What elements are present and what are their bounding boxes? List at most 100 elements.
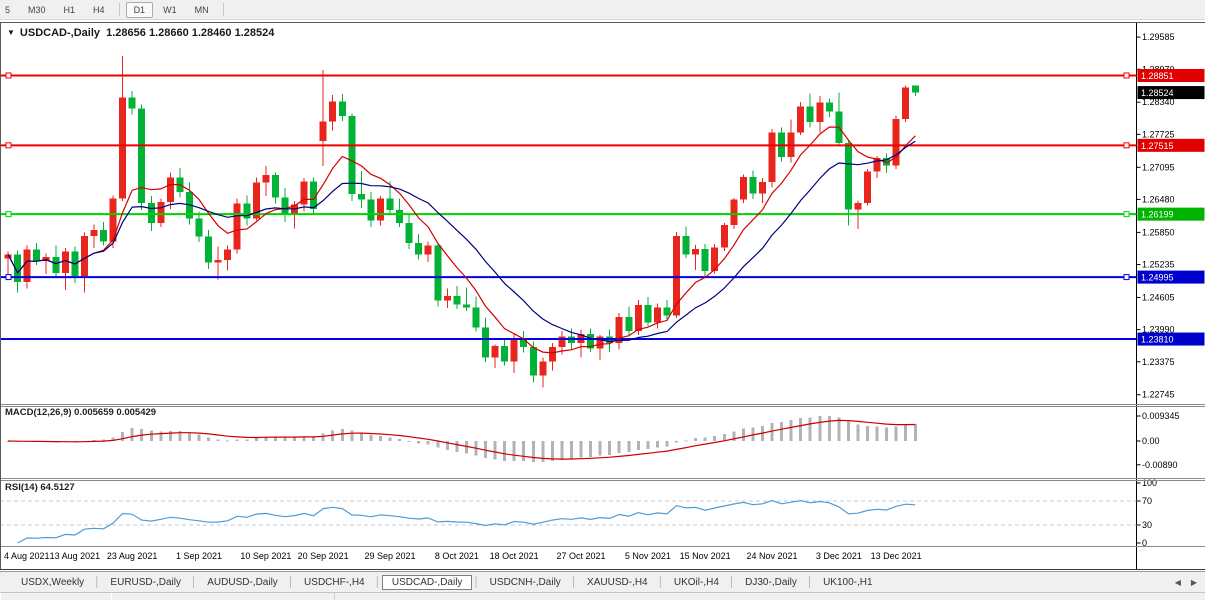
candle-up: [816, 102, 824, 123]
tab-separator: │: [473, 576, 480, 588]
tab-xauusd-h4[interactable]: XAUUSD-,H4: [578, 575, 657, 590]
candle-up: [119, 97, 127, 199]
hline-handle[interactable]: [5, 211, 12, 218]
hline-handle[interactable]: [1123, 211, 1130, 218]
macd-histogram-bar: [226, 440, 230, 442]
tab-usdcnh-daily[interactable]: USDCNH-,Daily: [481, 575, 570, 590]
timeframe-button-h1[interactable]: H1: [56, 2, 84, 18]
candle-up: [61, 251, 69, 274]
macd-histogram-bar: [608, 441, 612, 455]
toolbar-separator: [222, 3, 224, 16]
candle-up: [797, 106, 805, 133]
macd-histogram-bar: [378, 436, 382, 441]
timeframe-button-mn[interactable]: MN: [187, 2, 217, 18]
candle-up: [558, 336, 566, 347]
macd-histogram-bar: [216, 439, 220, 441]
price-chart[interactable]: 1.295851.289701.283401.277251.270951.264…: [0, 22, 1205, 570]
chart-tab-bar: USDX,Weekly │ EURUSD-,Daily │ AUDUSD-,Daily │…: [0, 571, 1205, 592]
candle-up: [510, 337, 518, 362]
macd-histogram-bar: [522, 441, 526, 461]
date-axis-label: 5 Nov 2021: [625, 551, 671, 561]
hline-handle[interactable]: [5, 142, 12, 149]
macd-histogram-bar: [350, 430, 354, 441]
candle-down: [128, 97, 136, 109]
tab-ukoil-h4[interactable]: UKOil-,H4: [665, 575, 728, 590]
date-axis-label: 8 Oct 2021: [435, 551, 479, 561]
candle-down: [701, 249, 709, 272]
date-axis-label: 18 Oct 2021: [490, 551, 539, 561]
candle-up: [720, 225, 728, 248]
tab-usdx-weekly[interactable]: USDX,Weekly: [12, 575, 93, 590]
tab-scroll-right-icon[interactable]: ▶: [1191, 578, 1197, 587]
candle-down: [415, 242, 423, 255]
macd-histogram-bar: [808, 417, 812, 441]
tab-separator: │: [287, 576, 295, 588]
candle-down: [271, 174, 279, 198]
candle-up: [233, 203, 241, 250]
date-axis-label: 10 Sep 2021: [240, 551, 291, 561]
macd-histogram-bar: [455, 441, 459, 453]
tab-audusd-daily[interactable]: AUDUSD-,Daily: [198, 575, 287, 590]
macd-histogram-bar: [856, 424, 860, 441]
tab-uk100-h1[interactable]: UK100-,H1: [814, 575, 881, 590]
macd-histogram-bar: [369, 434, 373, 441]
candle-up: [109, 198, 117, 242]
candle-down: [462, 304, 470, 308]
candle-down: [482, 327, 489, 358]
macd-histogram-bar: [149, 430, 153, 441]
timeframe-button-5[interactable]: 5: [0, 2, 18, 18]
candle-up: [424, 245, 432, 255]
timeframe-button-w1[interactable]: W1: [155, 2, 185, 18]
macd-histogram-bar: [512, 441, 516, 461]
candle-up: [864, 171, 871, 204]
macd-histogram-bar: [426, 441, 430, 445]
candle-up: [634, 305, 642, 332]
macd-histogram-bar: [770, 422, 774, 441]
candle-down: [529, 346, 537, 376]
rsi-axis-label: 100: [1142, 478, 1157, 488]
macd-histogram-bar: [713, 436, 717, 441]
timeframe-toolbar: 5 M30 H1 H4 D1 W1 MN: [0, 0, 1205, 20]
hline-handle[interactable]: [1123, 72, 1130, 79]
macd-histogram-bar: [245, 439, 249, 441]
macd-histogram-bar: [121, 431, 125, 441]
timeframe-button-d1[interactable]: D1: [125, 1, 154, 18]
date-axis-label: 29 Sep 2021: [364, 551, 415, 561]
tab-usdcad-daily[interactable]: USDCAD-,Daily: [381, 574, 473, 590]
candle-down: [195, 218, 203, 237]
tab-usdchf-h4[interactable]: USDCHF-,H4: [295, 575, 374, 590]
tab-eurusd-daily[interactable]: EURUSD-,Daily: [101, 575, 190, 590]
hline-handle[interactable]: [5, 72, 12, 79]
candle-down: [357, 194, 365, 200]
candle-down: [386, 198, 394, 210]
date-axis-label: 23 Aug 2021: [107, 551, 158, 561]
status-cell: [111, 593, 335, 600]
macd-histogram-bar: [846, 421, 850, 441]
macd-histogram-bar: [589, 441, 593, 457]
macd-histogram-bar: [875, 426, 879, 441]
candle-up: [376, 198, 384, 221]
rsi-line: [17, 499, 916, 544]
hline-handle[interactable]: [5, 274, 12, 281]
hline-handle[interactable]: [1123, 274, 1130, 281]
macd-histogram-bar: [359, 432, 363, 441]
hline-handle[interactable]: [1123, 142, 1130, 149]
tab-separator: │: [190, 576, 198, 588]
price-tag-support-1: 1.24995: [1141, 273, 1174, 283]
tabs-container: USDX,Weekly │ EURUSD-,Daily │ AUDUSD-,Daily │…: [12, 574, 882, 590]
tab-scroll-left-icon[interactable]: ◀: [1175, 578, 1181, 587]
price-axis-label: 1.27095: [1142, 162, 1175, 172]
candle-down: [663, 307, 671, 316]
macd-histogram-bar: [560, 441, 564, 460]
candle-up: [902, 87, 910, 119]
candle-down: [367, 199, 375, 221]
candle-down: [138, 108, 146, 204]
date-axis-label: 20 Sep 2021: [298, 551, 349, 561]
tab-dj30-daily[interactable]: DJ30-,Daily: [736, 575, 806, 590]
date-axis-label: 24 Nov 2021: [746, 551, 797, 561]
macd-histogram-bar: [321, 433, 325, 441]
candle-up: [90, 229, 98, 237]
timeframe-button-m30[interactable]: M30: [20, 2, 54, 18]
macd-histogram-bar: [684, 440, 688, 442]
timeframe-button-h4[interactable]: H4: [85, 2, 113, 18]
